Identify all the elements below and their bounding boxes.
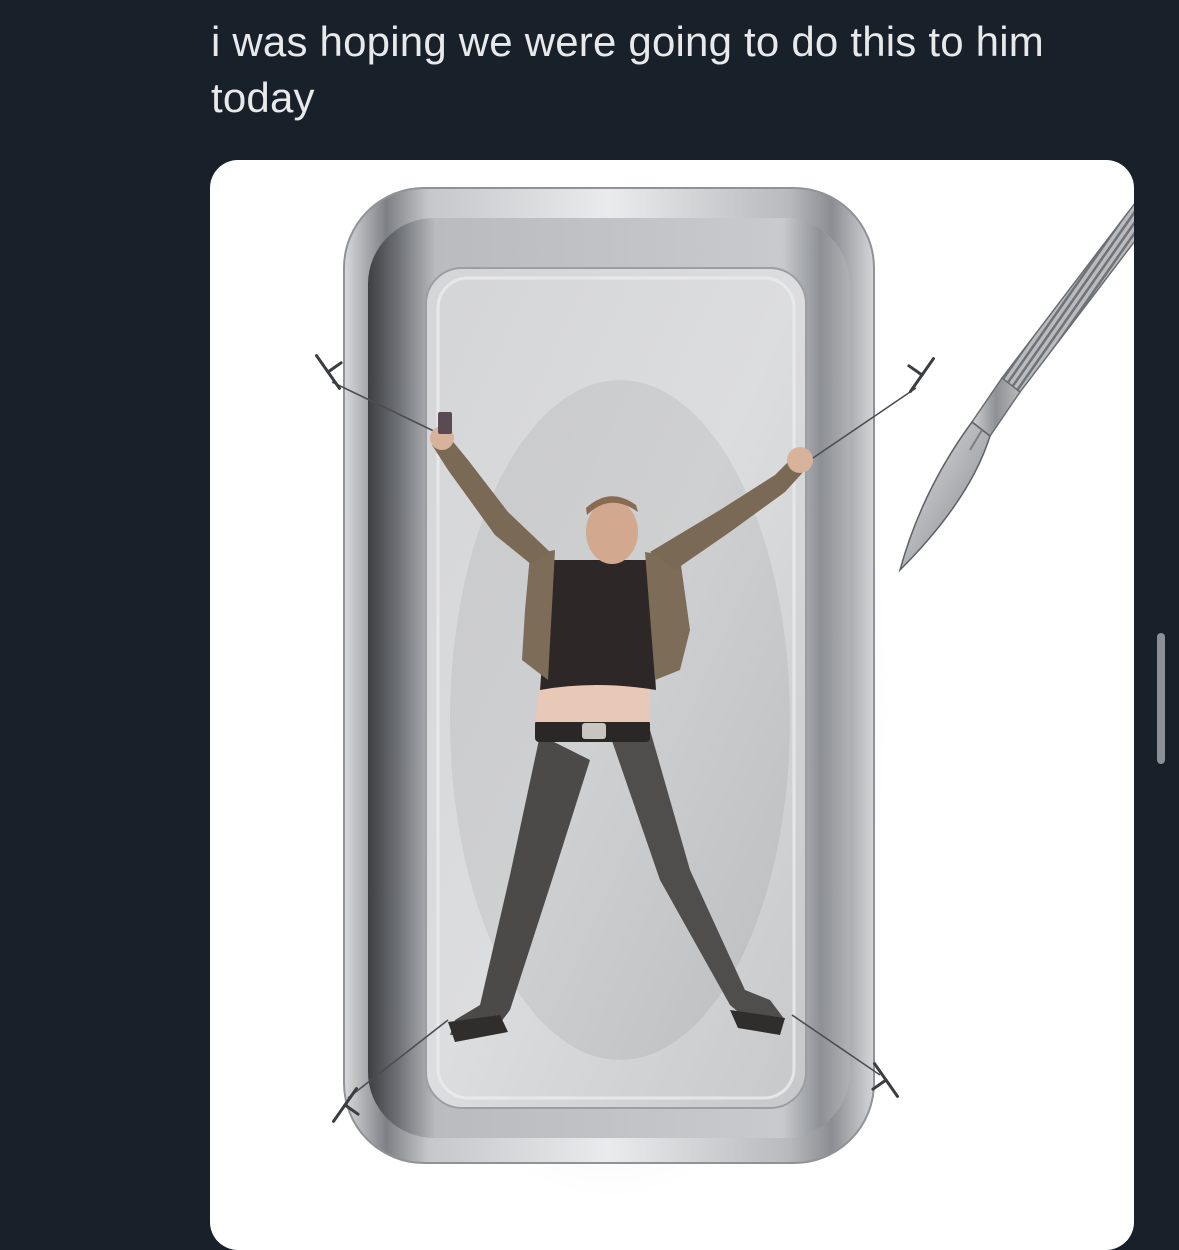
- scrollbar-thumb[interactable]: [1157, 633, 1165, 764]
- tweet-media-image[interactable]: [210, 160, 1134, 1250]
- dissection-tray-illustration: [315, 187, 1134, 1200]
- scalpel-icon: [898, 203, 1134, 573]
- tweet-text: i was hoping we were going to do this to…: [211, 18, 1044, 121]
- t-pin-icon: [907, 357, 935, 393]
